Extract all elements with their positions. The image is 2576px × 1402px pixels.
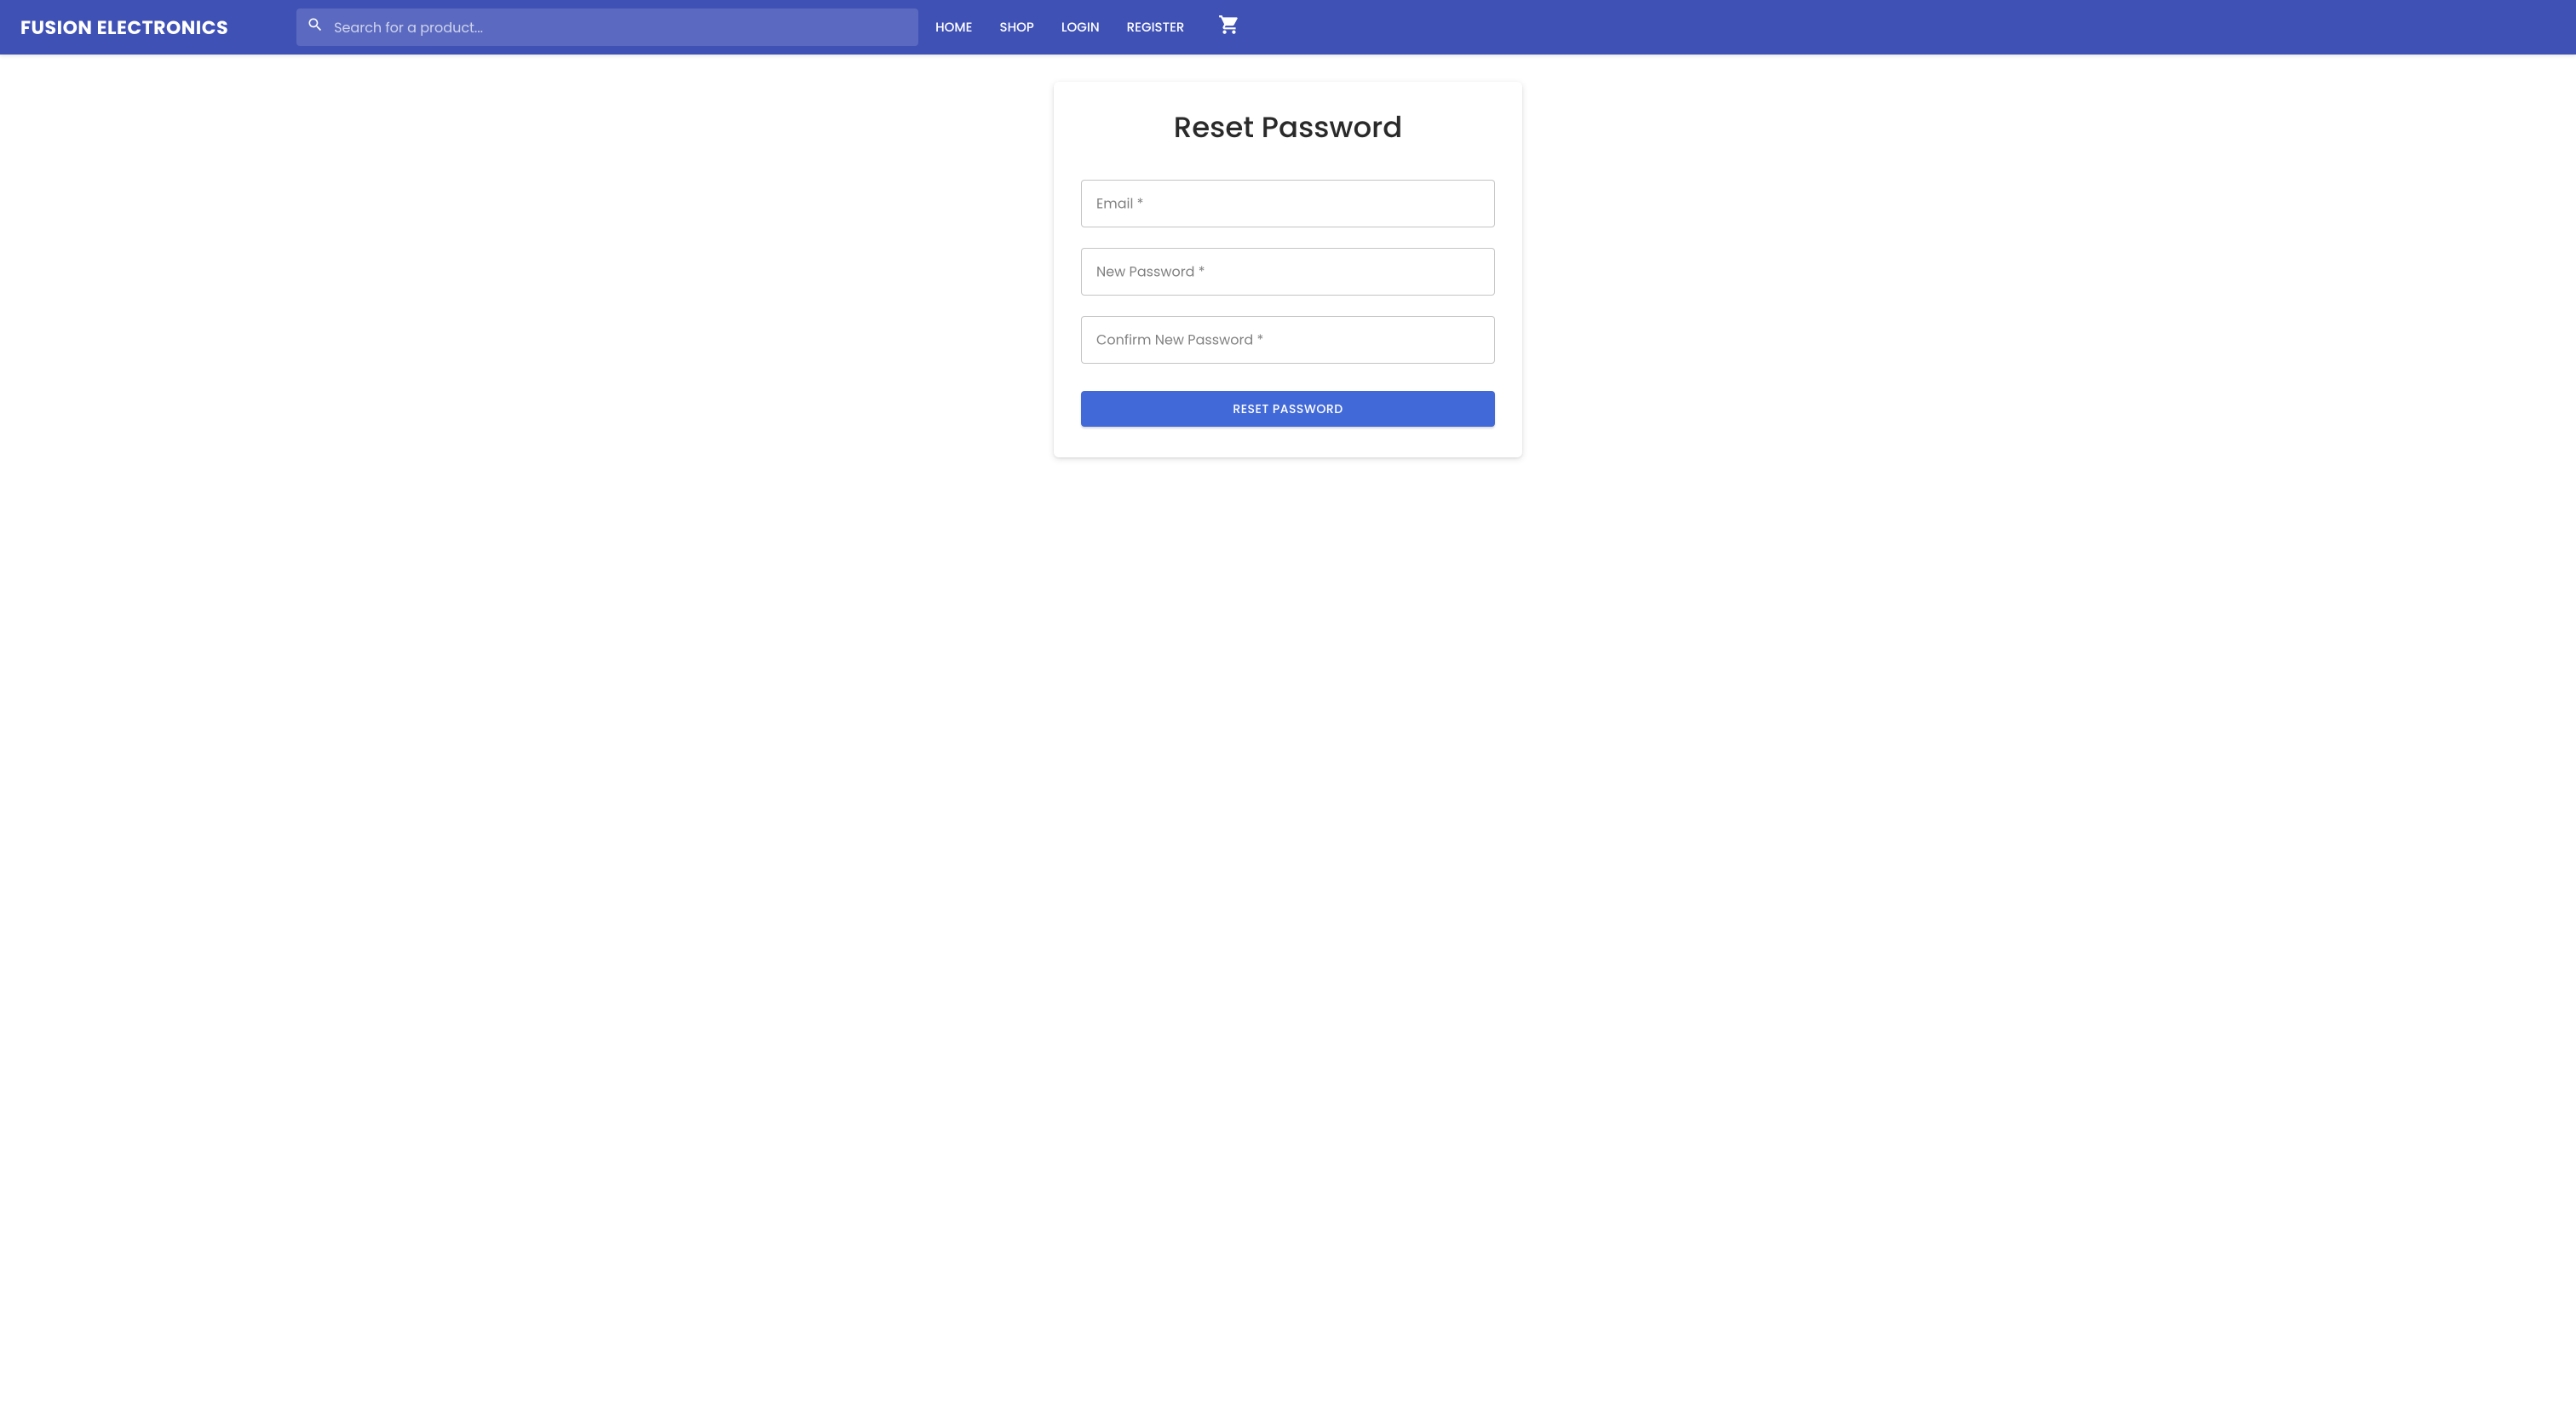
search-container	[296, 9, 918, 46]
cart-button[interactable]	[1218, 14, 1240, 42]
reset-password-card: Reset Password Email * New Password * Co…	[1054, 82, 1522, 457]
new-password-field-wrapper: New Password *	[1081, 248, 1495, 296]
search-icon	[307, 16, 324, 39]
nav-login[interactable]: LOGIN	[1061, 18, 1100, 37]
confirm-password-field[interactable]	[1081, 316, 1495, 364]
new-password-field[interactable]	[1081, 248, 1495, 296]
main: Reset Password Email * New Password * Co…	[0, 55, 2576, 457]
email-field[interactable]	[1081, 180, 1495, 227]
brand-logo[interactable]: FUSION ELECTRONICS	[20, 14, 228, 42]
reset-password-button[interactable]: RESET PASSWORD	[1081, 391, 1495, 427]
card-title: Reset Password	[1081, 106, 1495, 149]
nav-register[interactable]: REGISTER	[1127, 18, 1185, 37]
search-input[interactable]	[324, 17, 908, 38]
nav: HOME SHOP LOGIN REGISTER	[935, 14, 1240, 42]
nav-shop[interactable]: SHOP	[1000, 18, 1034, 37]
email-field-wrapper: Email *	[1081, 180, 1495, 227]
header: FUSION ELECTRONICS HOME SHOP LOGIN REGIS…	[0, 0, 2576, 55]
nav-home[interactable]: HOME	[935, 18, 972, 37]
confirm-password-field-wrapper: Confirm New Password *	[1081, 316, 1495, 364]
cart-icon	[1218, 14, 1240, 42]
